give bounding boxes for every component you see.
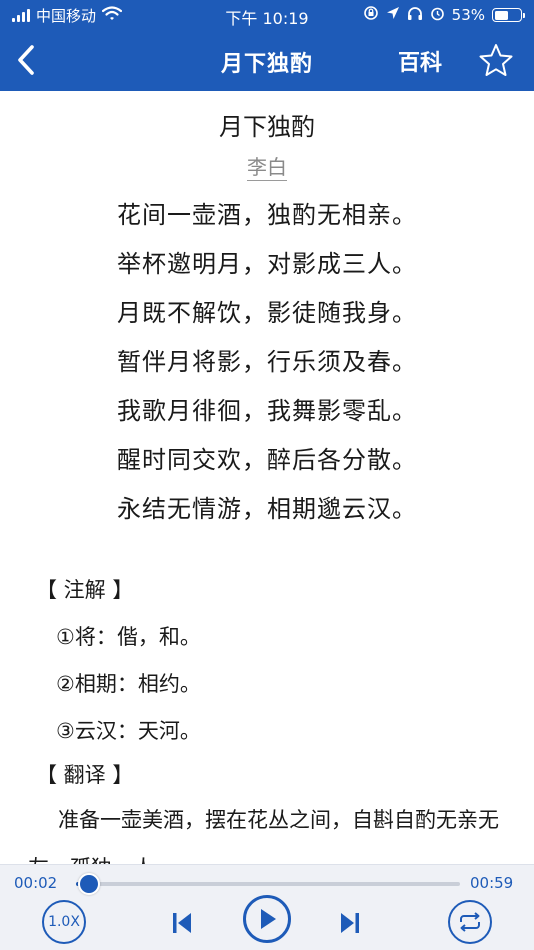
poem-line: 醒时同交欢，醉后各分散。: [117, 446, 417, 474]
battery-percent: 53%: [451, 6, 485, 24]
current-time: 00:02: [14, 874, 58, 892]
star-outline-icon: [479, 44, 513, 76]
play-button[interactable]: [243, 895, 291, 943]
nav-bar: 月下独酌 百科: [0, 30, 534, 91]
poem-content: 月下独酌 李白 花间一壶酒，独酌无相亲。 举杯邀明月，对影成三人。 月既不解饮，…: [0, 91, 534, 864]
repeat-icon: [460, 912, 480, 932]
previous-button[interactable]: [162, 903, 202, 943]
location-icon: [386, 6, 400, 24]
poem-line: 永结无情游，相期邈云汉。: [117, 495, 417, 523]
poem-line: 我歌月徘徊，我舞影零乱。: [117, 397, 417, 425]
audio-player: 00:02 00:59 1.0X: [0, 864, 534, 950]
status-bar: 中国移动 下午 10:19 53%: [0, 0, 534, 30]
play-icon: [261, 909, 276, 929]
page-title: 月下独酌: [220, 52, 313, 77]
orientation-lock-icon: [363, 5, 379, 25]
note-item: ③云汉：天河。: [56, 719, 201, 743]
status-bar-right: 53%: [363, 5, 525, 25]
skip-next-icon: [341, 913, 359, 933]
note-item: ①将：偕，和。: [56, 625, 201, 649]
poem-line: 举杯邀明月，对影成三人。: [117, 250, 417, 278]
translation-heading: 【 翻译 】: [36, 763, 134, 787]
app-header: 中国移动 下午 10:19 53% 月下独酌 百科: [0, 0, 534, 91]
next-button[interactable]: [330, 903, 370, 943]
alarm-icon: [430, 6, 445, 25]
repeat-button[interactable]: [448, 900, 492, 944]
total-time: 00:59: [470, 874, 514, 892]
notes-heading: 【 注解 】: [36, 578, 134, 602]
speed-button[interactable]: 1.0X: [42, 900, 86, 944]
poem-line: 月既不解饮，影徒随我身。: [117, 299, 417, 327]
note-item: ②相期：相约。: [56, 672, 201, 696]
poem-line: 暂伴月将影，行乐须及春。: [117, 348, 417, 376]
baike-button[interactable]: 百科: [398, 45, 442, 77]
poem-title: 月下独酌: [219, 113, 315, 141]
skip-previous-icon: [173, 913, 191, 933]
battery-icon: [492, 8, 525, 22]
author-link[interactable]: 李白: [247, 155, 287, 181]
poem-line: 花间一壶酒，独酌无相亲。: [117, 201, 417, 229]
progress-handle[interactable]: [78, 873, 101, 895]
favorite-button[interactable]: [476, 40, 516, 80]
translation-text: 准备一壶美酒，摆在花丛之间，自斟自酌无亲无友，孤独一人。: [28, 808, 499, 864]
progress-bar[interactable]: [76, 873, 460, 895]
headphones-icon: [407, 6, 423, 25]
poem-author: 李白: [0, 151, 534, 181]
